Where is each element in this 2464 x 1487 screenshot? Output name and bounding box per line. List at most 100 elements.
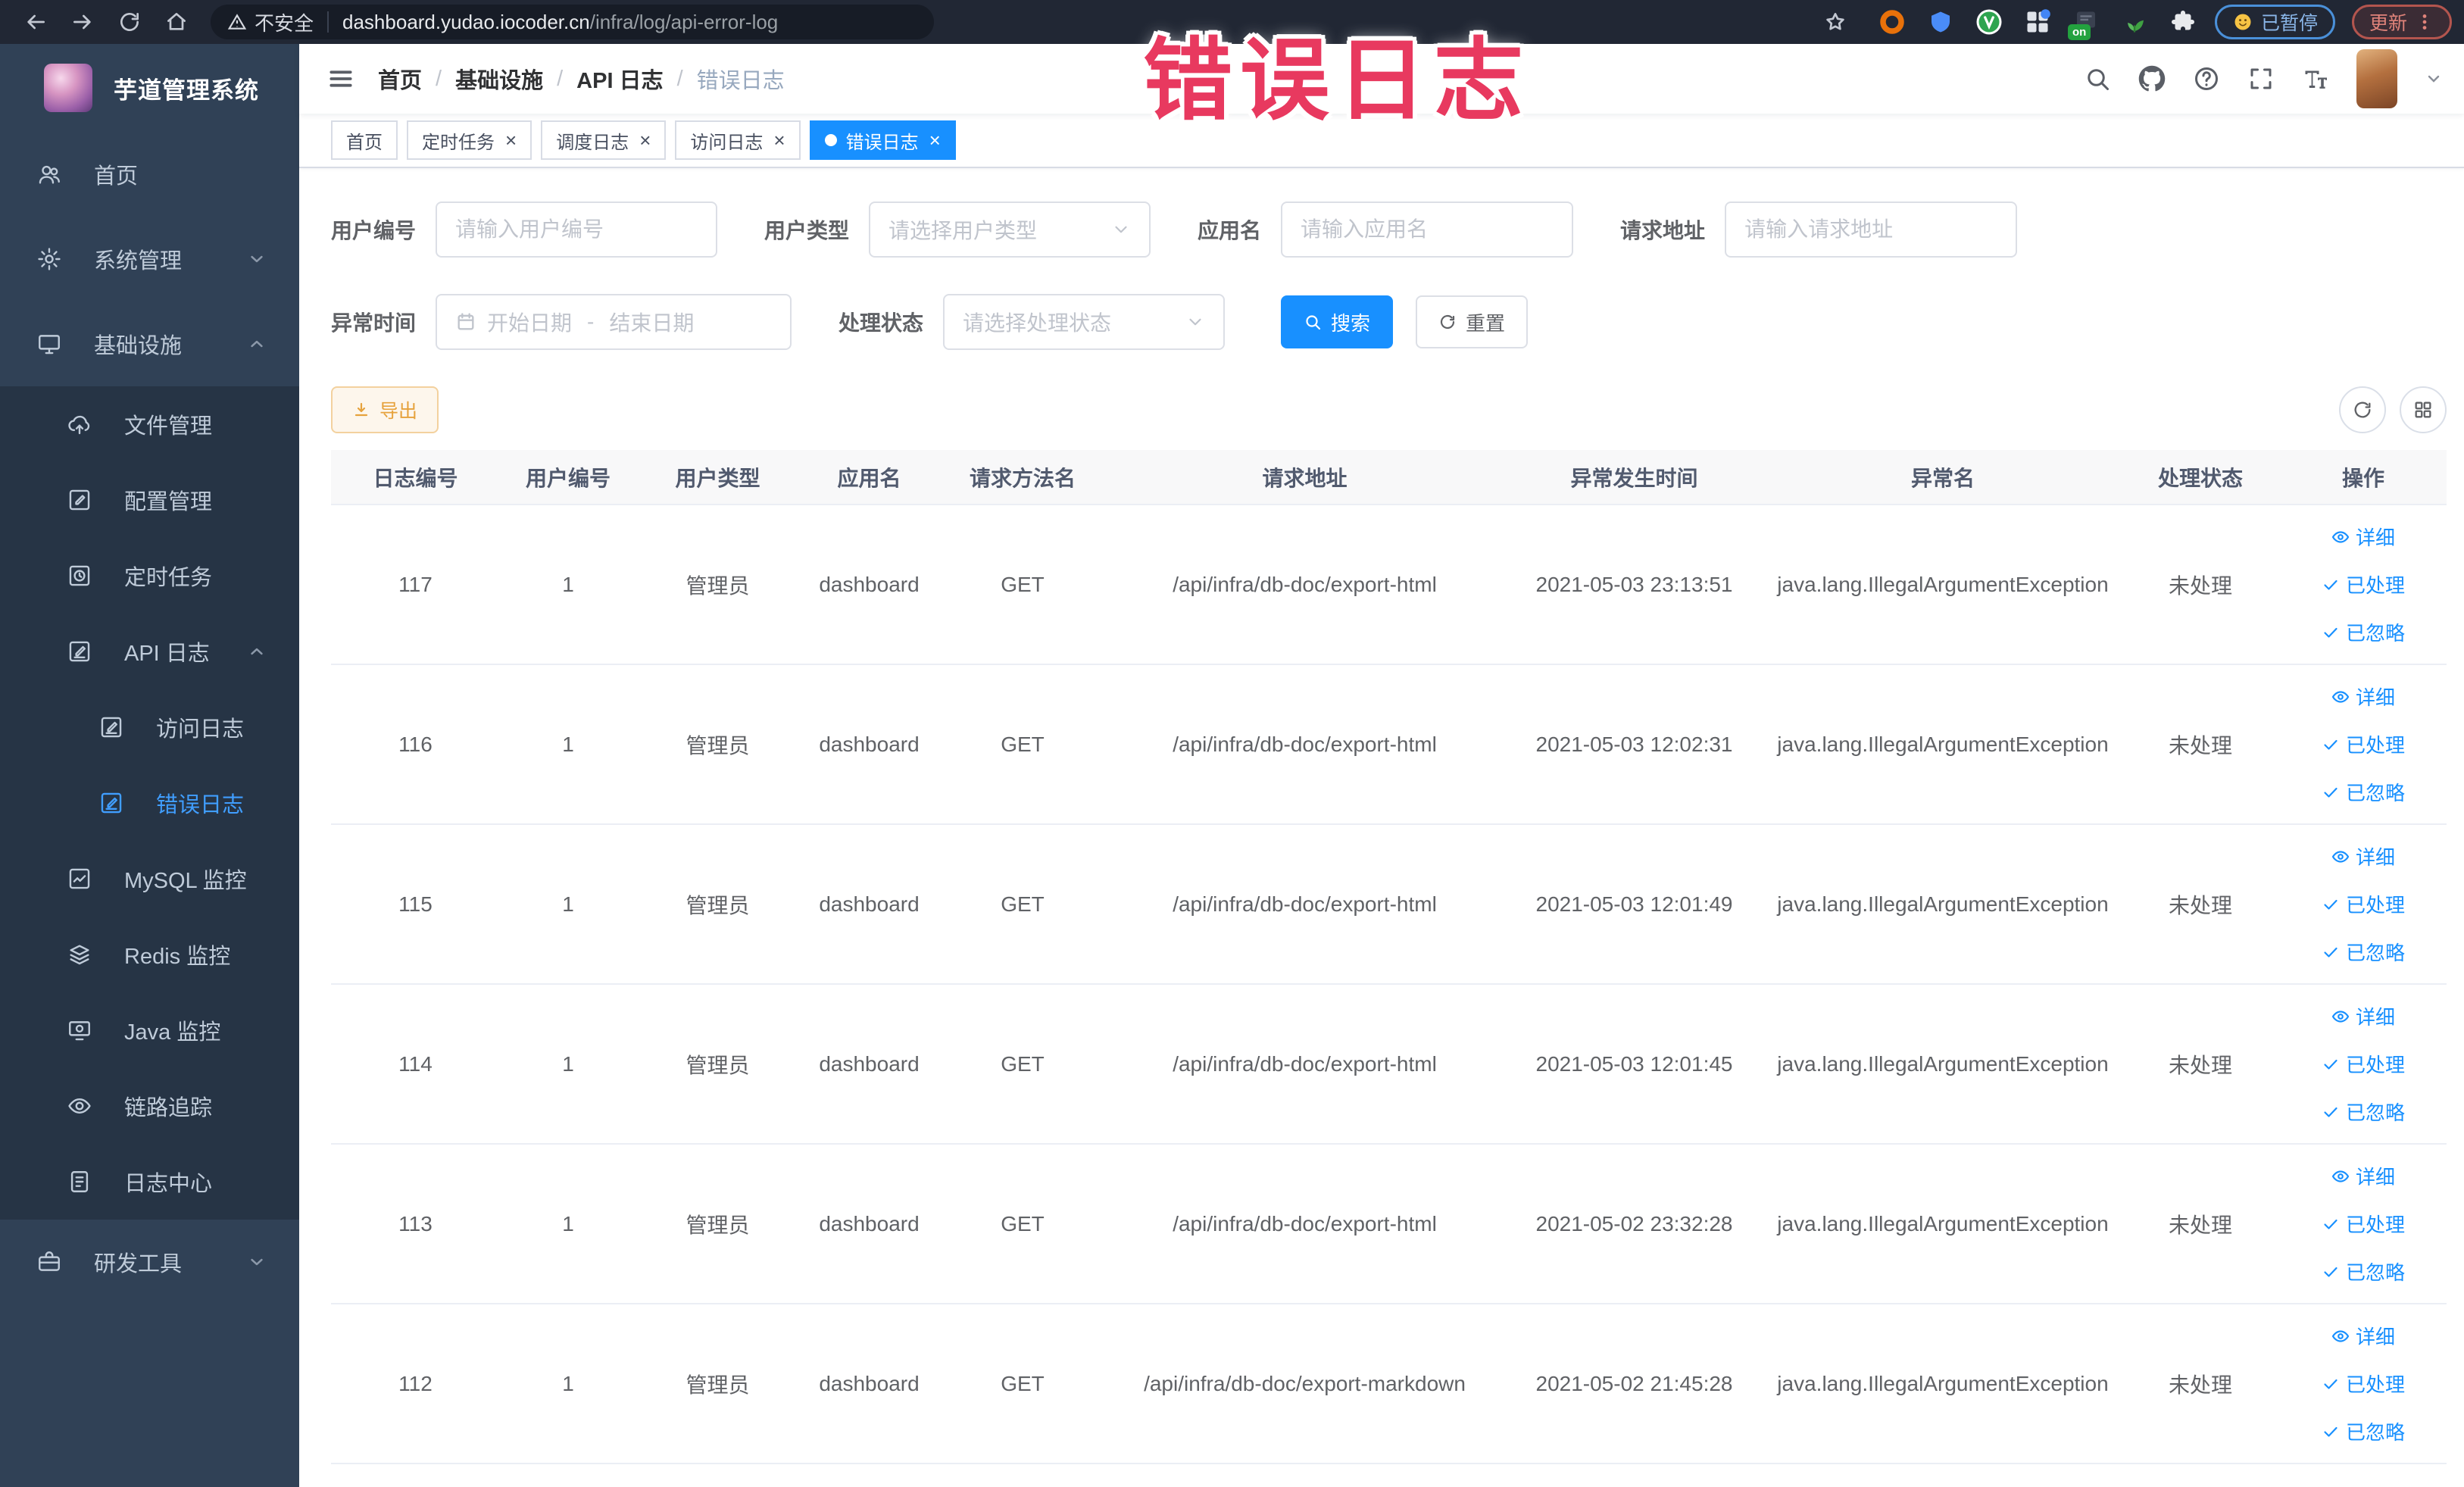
sidebar-item-label: 定时任务 — [124, 566, 213, 590]
reload-icon[interactable] — [117, 10, 142, 34]
help-icon[interactable] — [2193, 65, 2220, 92]
sidebar-item-scheduled-tasks[interactable]: 定时任务 — [0, 538, 299, 614]
filter-row-1: 用户编号 用户类型 请选择用户类型 应用名 — [331, 201, 2447, 258]
cell-url: /api/infra/db-doc/export-html — [1106, 505, 1504, 665]
cell-method: GET — [939, 505, 1106, 665]
reset-button[interactable]: 重置 — [1416, 295, 1529, 348]
avatar[interactable] — [2356, 49, 2397, 108]
chevron-down-icon[interactable] — [2425, 70, 2443, 88]
detail-link[interactable]: 详细 — [2331, 683, 2395, 711]
extension-puzzle-icon[interactable] — [2168, 7, 2198, 37]
search-icon[interactable] — [2084, 65, 2111, 92]
sidebar-item-trace[interactable]: 链路追踪 — [0, 1068, 299, 1144]
app-name-input[interactable] — [1281, 201, 1574, 258]
sidebar-item-system-management[interactable]: 系统管理 — [0, 217, 299, 301]
cell-user_id: 1 — [500, 664, 636, 825]
user-id-input[interactable] — [436, 201, 718, 258]
ignored-link[interactable]: 已忽略 — [2322, 1257, 2405, 1286]
sidebar-item-home[interactable]: 首页 — [0, 132, 299, 217]
extension-blue-shield-icon[interactable] — [1925, 7, 1956, 37]
home-icon[interactable] — [164, 10, 189, 34]
ignored-link[interactable]: 已忽略 — [2322, 778, 2405, 806]
ignored-link[interactable]: 已忽略 — [2322, 938, 2405, 966]
sidebar-item-infrastructure[interactable]: 基础设施 — [0, 301, 299, 386]
security-label[interactable]: 不安全 — [255, 8, 314, 36]
cell-status: 未处理 — [2121, 664, 2280, 825]
extension-leaf-icon[interactable] — [2119, 7, 2150, 37]
font-size-icon[interactable] — [2302, 65, 2329, 92]
column-header-app-name: 应用名 — [799, 450, 939, 505]
back-icon[interactable] — [23, 10, 48, 34]
close-icon[interactable]: × — [639, 130, 651, 150]
calendar-icon — [455, 311, 476, 333]
extension-green-v-icon[interactable] — [1974, 7, 2004, 37]
github-icon[interactable] — [2138, 65, 2166, 92]
extension-orange-ring-icon[interactable] — [1877, 7, 1907, 37]
bookmark-star-icon[interactable] — [1823, 10, 1847, 34]
detail-link[interactable]: 详细 — [2331, 1162, 2395, 1190]
extension-on-badge-icon[interactable]: on — [2067, 7, 2101, 40]
column-settings-button[interactable] — [2400, 386, 2447, 433]
tab-schedule-log[interactable]: 调度日志 × — [541, 120, 667, 160]
breadcrumb-item-home[interactable]: 首页 — [378, 63, 422, 95]
user-type-select[interactable]: 请选择用户类型 — [869, 201, 1151, 258]
detail-link[interactable]: 详细 — [2331, 1002, 2395, 1030]
sidebar-item-error-log[interactable]: 错误日志 — [0, 765, 299, 841]
hamburger-icon[interactable] — [326, 64, 355, 93]
sidebar-item-log-center[interactable]: 日志中心 — [0, 1144, 299, 1220]
sidebar-item-api-log[interactable]: API 日志 — [0, 614, 299, 689]
forward-icon[interactable] — [70, 10, 95, 34]
sidebar-item-config-management[interactable]: 配置管理 — [0, 462, 299, 538]
people-icon — [36, 161, 62, 187]
ignored-link[interactable]: 已忽略 — [2322, 1417, 2405, 1445]
processed-link[interactable]: 已处理 — [2322, 730, 2405, 758]
url-domain[interactable]: dashboard.yudao.iocoder.cn — [342, 11, 590, 34]
sidebar-item-dev-tools[interactable]: 研发工具 — [0, 1220, 299, 1304]
close-icon[interactable]: × — [773, 130, 785, 150]
check-icon — [2324, 1219, 2338, 1229]
sidebar-item-redis-monitor[interactable]: Redis 监控 — [0, 917, 299, 992]
update-badge[interactable]: 更新 — [2351, 5, 2452, 39]
processed-link[interactable]: 已处理 — [2322, 570, 2405, 598]
request-url-input[interactable] — [1725, 201, 2018, 258]
fullscreen-icon[interactable] — [2247, 65, 2275, 92]
detail-link[interactable]: 详细 — [2331, 842, 2395, 870]
tab-home[interactable]: 首页 — [331, 120, 398, 160]
url-path[interactable]: /infra/log/api-error-log — [590, 11, 779, 34]
detail-link[interactable]: 详细 — [2331, 523, 2395, 551]
side-menu: 首页 系统管理 基础设施 文件管理 配置管理定时任务 API 日志 访问日志 错误日志 MySQ… — [0, 132, 299, 1304]
sidebar-item-mysql-monitor[interactable]: MySQL 监控 — [0, 841, 299, 917]
detail-link[interactable]: 详细 — [2331, 1322, 2395, 1350]
error-time-range-picker[interactable]: 开始日期 - 结束日期 — [436, 294, 792, 350]
app: 芋道管理系统 首页 系统管理 基础设施 文件管理 配置管理 定时任务 API 日志 访问日志错… — [0, 44, 2464, 1487]
paused-badge[interactable]: 已暂停 — [2214, 5, 2335, 39]
close-icon[interactable]: × — [505, 130, 517, 150]
tab-error-log[interactable]: 错误日志 × — [809, 120, 956, 160]
tab-access-log[interactable]: 访问日志 × — [675, 120, 801, 160]
url-bar[interactable]: 不安全 dashboard.yudao.iocoder.cn /infra/lo… — [211, 5, 934, 39]
processed-link[interactable]: 已处理 — [2322, 1370, 2405, 1398]
sidebar-item-java-monitor[interactable]: Java 监控 — [0, 992, 299, 1068]
breadcrumb-item-infrastructure[interactable]: 基础设施 — [455, 63, 543, 95]
sidebar-item-access-log[interactable]: 访问日志 — [0, 689, 299, 765]
ignored-link[interactable]: 已忽略 — [2322, 618, 2405, 646]
processed-link[interactable]: 已处理 — [2322, 1210, 2405, 1238]
ignored-link[interactable]: 已忽略 — [2322, 1098, 2405, 1126]
processed-link[interactable]: 已处理 — [2322, 890, 2405, 918]
search-button[interactable]: 搜索 — [1281, 295, 1394, 348]
eye-icon — [2331, 850, 2350, 863]
table-header-row: 日志编号 用户编号 用户类型 应用名 请求方法名 请求地址 异常发生时间 异常名… — [331, 450, 2447, 505]
kebab-menu-icon[interactable] — [2415, 12, 2434, 32]
breadcrumb-item-api-log[interactable]: API 日志 — [576, 63, 663, 95]
export-button[interactable]: 导出 — [331, 386, 439, 433]
chevron-up-icon — [246, 641, 267, 662]
close-icon[interactable]: × — [929, 130, 941, 150]
process-status-select[interactable]: 请选择处理状态 — [943, 294, 1226, 350]
processed-link[interactable]: 已处理 — [2322, 1050, 2405, 1078]
refresh-button[interactable] — [2339, 386, 2386, 433]
logo-row[interactable]: 芋道管理系统 — [0, 44, 299, 132]
extension-grid-icon[interactable] — [2022, 7, 2053, 37]
table-row: 117 1 管理员 dashboard GET/api/infra/db-doc/exp… — [331, 505, 2447, 665]
sidebar-item-file-management[interactable]: 文件管理 — [0, 386, 299, 462]
tab-scheduled-tasks[interactable]: 定时任务 × — [407, 120, 532, 160]
